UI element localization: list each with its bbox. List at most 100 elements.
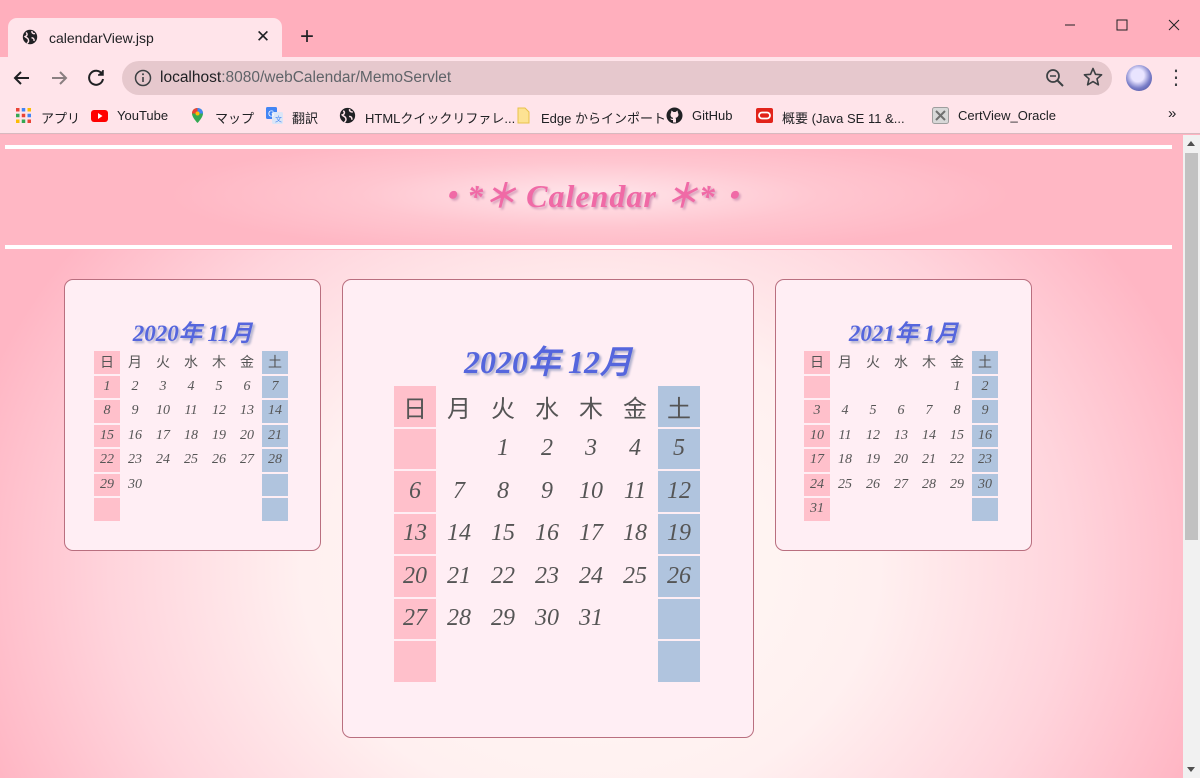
day-cell[interactable]: 17 (150, 425, 176, 448)
day-cell[interactable]: 18 (614, 514, 656, 555)
day-cell[interactable]: 15 (94, 424, 120, 447)
day-cell[interactable] (482, 641, 524, 682)
scroll-down-arrow-icon[interactable] (1187, 767, 1195, 772)
day-cell[interactable] (614, 641, 656, 682)
day-cell[interactable]: 19 (658, 513, 700, 554)
day-cell[interactable]: 9 (972, 400, 998, 423)
day-cell[interactable]: 15 (482, 514, 524, 555)
day-cell[interactable]: 21 (916, 449, 942, 472)
new-tab-icon[interactable]: + (296, 25, 318, 49)
day-cell[interactable]: 8 (944, 400, 970, 423)
reload-icon[interactable] (83, 65, 109, 91)
menu-dots-icon[interactable]: ⋮ (1166, 65, 1186, 91)
day-cell[interactable]: 16 (972, 424, 998, 447)
day-cell[interactable]: 1 (94, 375, 120, 398)
day-cell[interactable] (262, 498, 288, 521)
minimize-icon[interactable] (1055, 12, 1085, 40)
day-cell[interactable]: 17 (570, 514, 612, 555)
day-cell[interactable] (394, 428, 436, 469)
day-cell[interactable]: 29 (944, 474, 970, 497)
day-cell[interactable]: 22 (482, 556, 524, 597)
maximize-icon[interactable] (1107, 12, 1137, 40)
day-cell[interactable] (234, 498, 260, 521)
day-cell[interactable]: 2 (122, 376, 148, 399)
day-cell[interactable]: 31 (570, 599, 612, 640)
day-cell[interactable] (262, 473, 288, 496)
day-cell[interactable]: 8 (482, 471, 524, 512)
bookmark-star-icon[interactable] (1082, 66, 1104, 88)
day-cell[interactable]: 20 (394, 556, 436, 597)
day-cell[interactable]: 2 (972, 375, 998, 398)
day-cell[interactable]: 24 (570, 556, 612, 597)
day-cell[interactable] (178, 498, 204, 521)
day-cell[interactable]: 27 (394, 598, 436, 639)
day-cell[interactable]: 6 (234, 376, 260, 399)
day-cell[interactable]: 1 (944, 376, 970, 399)
day-cell[interactable] (944, 498, 970, 521)
day-cell[interactable] (178, 474, 204, 497)
day-cell[interactable]: 21 (438, 556, 480, 597)
day-cell[interactable]: 2 (526, 429, 568, 470)
day-cell[interactable] (832, 376, 858, 399)
day-cell[interactable]: 21 (262, 424, 288, 447)
day-cell[interactable]: 22 (94, 449, 120, 472)
tab-close-icon[interactable]: ✕ (254, 27, 272, 47)
day-cell[interactable]: 25 (832, 474, 858, 497)
day-cell[interactable]: 10 (150, 400, 176, 423)
day-cell[interactable]: 1 (482, 429, 524, 470)
day-cell[interactable]: 23 (972, 449, 998, 472)
day-cell[interactable]: 13 (394, 513, 436, 554)
day-cell[interactable]: 20 (888, 449, 914, 472)
vertical-scrollbar[interactable] (1183, 135, 1200, 778)
day-cell[interactable] (438, 429, 480, 470)
day-cell[interactable]: 4 (614, 429, 656, 470)
day-cell[interactable]: 19 (860, 449, 886, 472)
day-cell[interactable]: 6 (394, 471, 436, 512)
day-cell[interactable]: 25 (614, 556, 656, 597)
day-cell[interactable]: 22 (944, 449, 970, 472)
browser-tab[interactable]: calendarView.jsp ✕ (8, 18, 282, 58)
day-cell[interactable] (658, 598, 700, 639)
day-cell[interactable]: 28 (438, 599, 480, 640)
day-cell[interactable]: 18 (832, 449, 858, 472)
day-cell[interactable]: 11 (614, 471, 656, 512)
day-cell[interactable] (526, 641, 568, 682)
day-cell[interactable] (394, 641, 436, 682)
day-cell[interactable]: 29 (94, 473, 120, 496)
day-cell[interactable]: 14 (916, 425, 942, 448)
day-cell[interactable]: 23 (122, 449, 148, 472)
day-cell[interactable] (234, 474, 260, 497)
day-cell[interactable]: 31 (804, 498, 830, 521)
day-cell[interactable] (94, 498, 120, 521)
day-cell[interactable]: 13 (888, 425, 914, 448)
day-cell[interactable] (206, 498, 232, 521)
day-cell[interactable]: 5 (206, 376, 232, 399)
day-cell[interactable] (888, 376, 914, 399)
day-cell[interactable]: 5 (860, 400, 886, 423)
day-cell[interactable]: 9 (122, 400, 148, 423)
day-cell[interactable]: 16 (122, 425, 148, 448)
day-cell[interactable] (150, 474, 176, 497)
bookmarks-overflow-button[interactable]: » (1168, 105, 1176, 122)
day-cell[interactable] (888, 498, 914, 521)
back-arrow-icon[interactable] (9, 65, 35, 91)
forward-arrow-icon[interactable] (46, 65, 72, 91)
day-cell[interactable]: 27 (234, 449, 260, 472)
day-cell[interactable]: 10 (570, 471, 612, 512)
day-cell[interactable]: 6 (888, 400, 914, 423)
day-cell[interactable] (122, 498, 148, 521)
day-cell[interactable]: 23 (526, 556, 568, 597)
day-cell[interactable]: 7 (916, 400, 942, 423)
day-cell[interactable] (832, 498, 858, 521)
day-cell[interactable]: 7 (438, 471, 480, 512)
day-cell[interactable]: 14 (438, 514, 480, 555)
day-cell[interactable]: 15 (944, 425, 970, 448)
day-cell[interactable]: 28 (916, 474, 942, 497)
day-cell[interactable]: 3 (150, 376, 176, 399)
day-cell[interactable]: 26 (860, 474, 886, 497)
day-cell[interactable] (860, 376, 886, 399)
day-cell[interactable]: 30 (972, 473, 998, 496)
day-cell[interactable]: 30 (526, 599, 568, 640)
day-cell[interactable]: 18 (178, 425, 204, 448)
window-close-icon[interactable] (1159, 12, 1189, 40)
